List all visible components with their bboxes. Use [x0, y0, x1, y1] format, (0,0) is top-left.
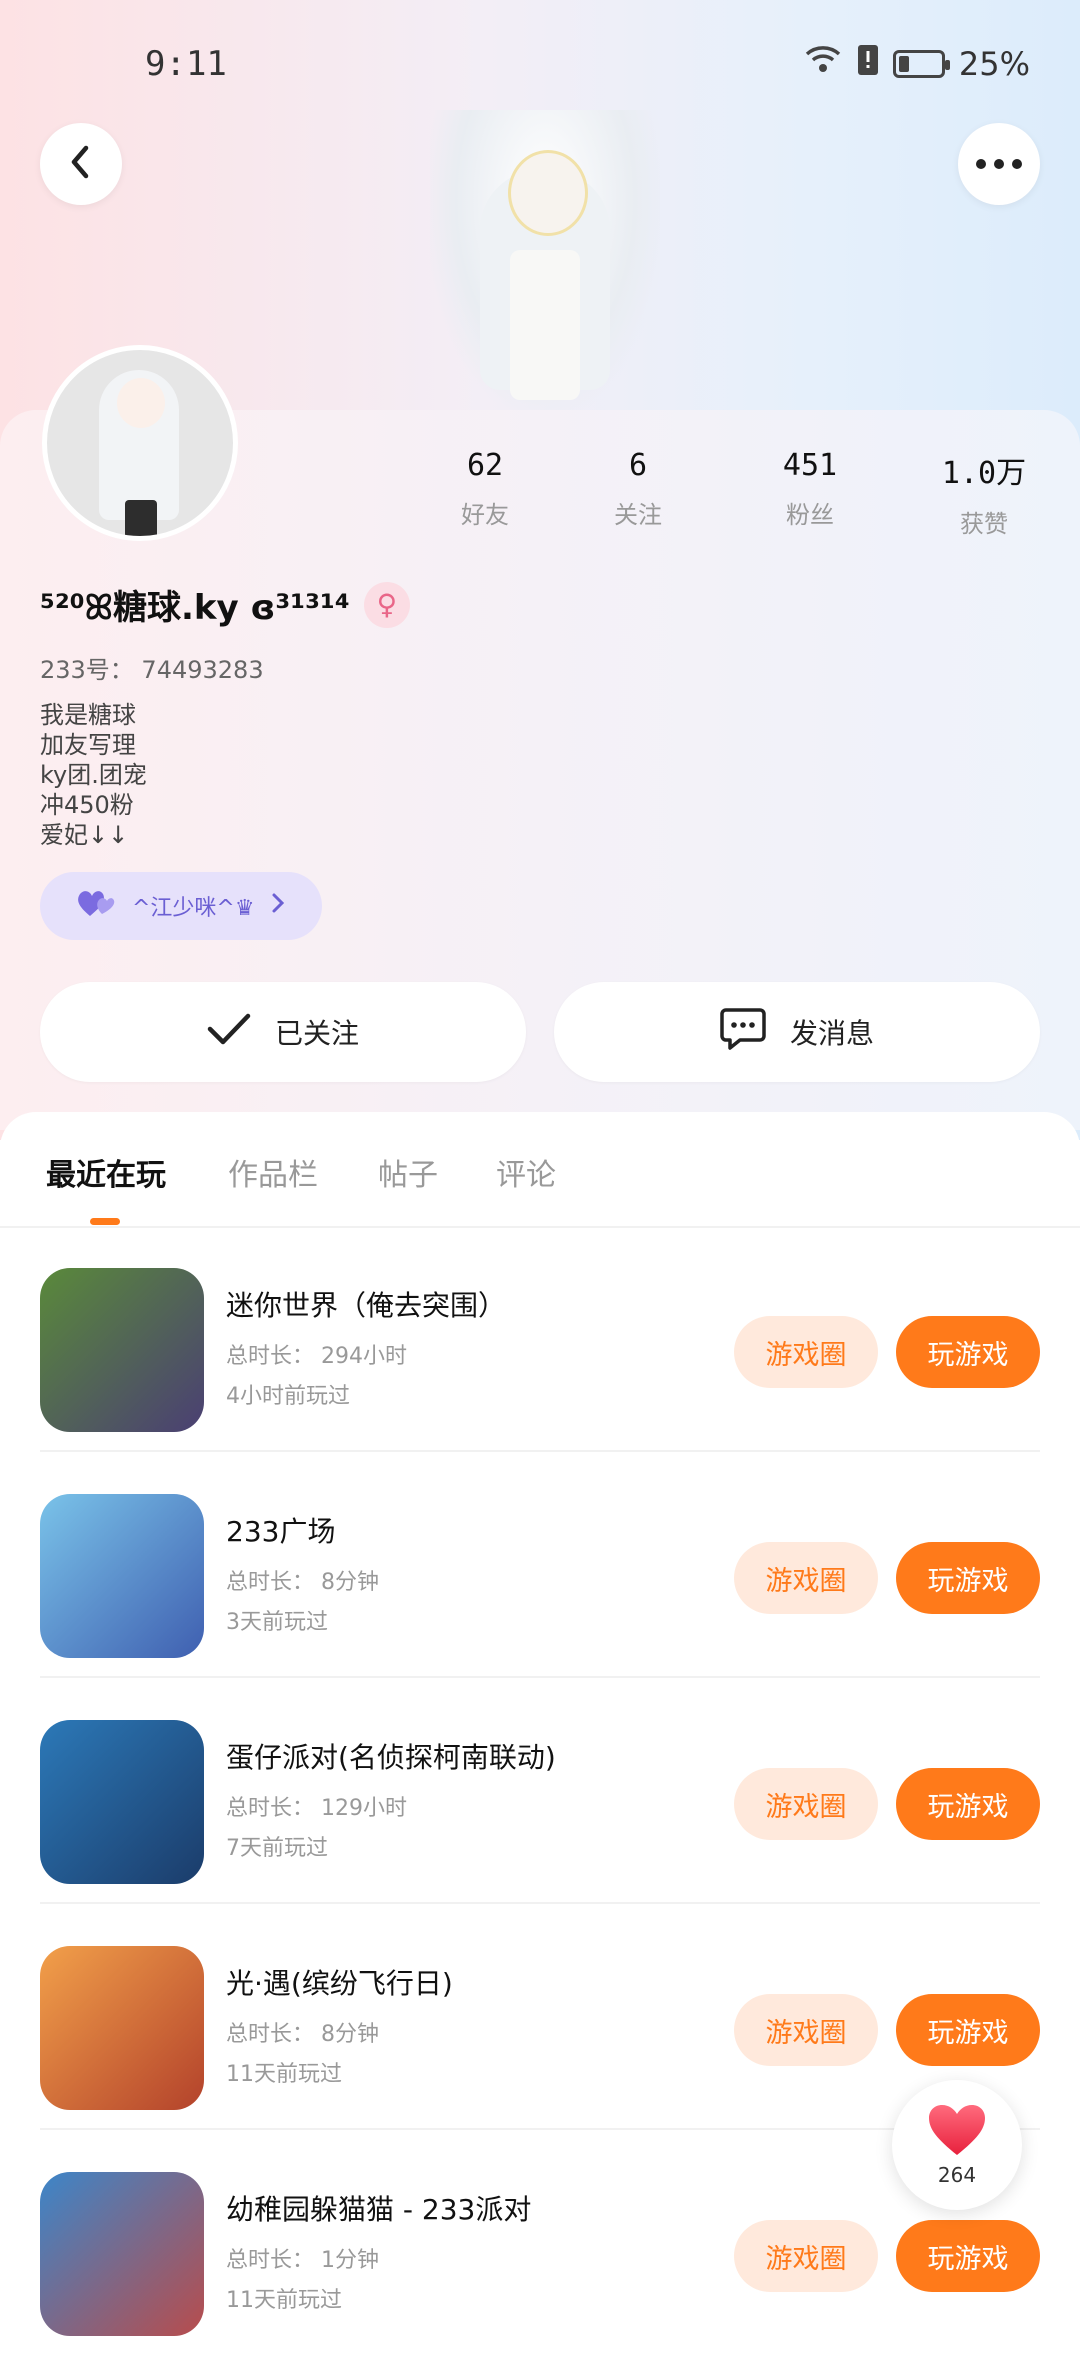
user-id: 233号： 74493283 — [40, 656, 264, 684]
character-avatar-figure — [430, 110, 660, 410]
followed-button[interactable]: 已关注 — [40, 982, 526, 1082]
active-tab-indicator — [90, 1218, 120, 1225]
wifi-icon — [803, 44, 843, 84]
stat-friends[interactable]: 62 好友 — [425, 448, 545, 530]
stat-value: 451 — [782, 448, 838, 483]
game-item[interactable]: 迷你世界（俺去突围） 总时长： 294小时 4小时前玩过 游戏圈 玩游戏 — [0, 1226, 1080, 1452]
game-last-played: 11天前玩过 — [226, 2062, 342, 2087]
game-title: 蛋仔派对(名侦探柯南联动) — [226, 1741, 556, 1774]
play-game-button[interactable]: 玩游戏 — [896, 1542, 1040, 1614]
game-last-played: 7天前玩过 — [226, 1836, 328, 1861]
game-title: 迷你世界（俺去突围） — [226, 1289, 507, 1322]
tab-recently-played[interactable]: 最近在玩 — [46, 1150, 166, 1194]
bio-line: ky团.团宠 — [40, 761, 147, 789]
stat-value: 62 — [466, 448, 504, 483]
chat-bubble-icon — [720, 1007, 766, 1058]
tab-works[interactable]: 作品栏 — [228, 1150, 318, 1194]
game-duration: 总时长： 294小时 — [226, 1344, 407, 1369]
game-icon — [40, 1946, 204, 2110]
notification-alert-icon — [857, 44, 879, 84]
club-badge[interactable]: ^江少咪^♛ — [40, 872, 322, 940]
stat-following[interactable]: 6 关注 — [578, 448, 698, 530]
game-item[interactable]: 233广场 总时长： 8分钟 3天前玩过 游戏圈 玩游戏 — [0, 1452, 1080, 1678]
game-circle-button[interactable]: 游戏圈 — [734, 1542, 878, 1614]
game-title: 233广场 — [226, 1515, 336, 1548]
play-game-button[interactable]: 玩游戏 — [896, 1994, 1040, 2066]
profile-name: ⁵²⁰ꕤ糖球.ky ɞ³¹³¹⁴ — [40, 588, 350, 628]
heart-icon — [927, 2103, 987, 2161]
game-icon — [40, 1720, 204, 1884]
game-circle-button[interactable]: 游戏圈 — [734, 2220, 878, 2292]
female-gender-icon: ♀ — [363, 581, 410, 628]
profile-name-row: ⁵²⁰ꕤ糖球.ky ɞ³¹³¹⁴ ♀ — [40, 580, 410, 629]
play-game-button[interactable]: 玩游戏 — [896, 1316, 1040, 1388]
tab-comments[interactable]: 评论 — [496, 1150, 556, 1194]
tab-posts[interactable]: 帖子 — [378, 1150, 438, 1194]
profile-tabs: 最近在玩 作品栏 帖子 评论 — [0, 1140, 1080, 1225]
game-icon — [40, 2172, 204, 2336]
game-title: 幼稚园躲猫猫 - 233派对 — [226, 2193, 532, 2226]
game-duration: 总时长： 8分钟 — [226, 1570, 379, 1595]
game-item[interactable]: 蛋仔派对(名侦探柯南联动) 总时长： 129小时 7天前玩过 游戏圈 玩游戏 — [0, 1678, 1080, 1904]
send-message-button[interactable]: 发消息 — [554, 982, 1040, 1082]
bio-line: 冲450粉 — [40, 791, 134, 819]
chevron-right-icon — [271, 892, 285, 920]
game-duration: 总时长： 129小时 — [226, 1796, 407, 1821]
play-game-button[interactable]: 玩游戏 — [896, 1768, 1040, 1840]
game-last-played: 4小时前玩过 — [226, 1384, 350, 1409]
followed-label: 已关注 — [274, 1017, 359, 1050]
game-circle-button[interactable]: 游戏圈 — [734, 1316, 878, 1388]
more-options-button[interactable] — [958, 123, 1040, 205]
game-duration: 总时长： 1分钟 — [226, 2248, 379, 2273]
stat-value: 1.0万 — [941, 456, 1027, 491]
bio-line: 我是糖球 — [40, 701, 136, 729]
profile-bio: 我是糖球 加友写理 ky团.团宠 冲450粉 爱妃↓↓ — [40, 700, 147, 850]
avatar[interactable] — [42, 345, 238, 541]
game-last-played: 11天前玩过 — [226, 2288, 342, 2313]
status-time: 9:11 — [145, 44, 227, 84]
stat-label: 关注 — [614, 501, 662, 529]
stat-label: 粉丝 — [786, 501, 834, 529]
bio-line: 爱妃↓↓ — [40, 821, 129, 849]
back-button[interactable] — [40, 123, 122, 205]
status-bar: 9:11 25% — [0, 44, 1080, 94]
game-duration: 总时长： 8分钟 — [226, 2022, 379, 2047]
chevron-left-icon — [66, 144, 96, 184]
like-count: 264 — [937, 2163, 977, 2187]
stat-likes[interactable]: 1.0万 获赞 — [924, 448, 1044, 539]
stat-fans[interactable]: 451 粉丝 — [750, 448, 870, 530]
game-circle-button[interactable]: 游戏圈 — [734, 1994, 878, 2066]
floating-like-button[interactable]: 264 — [892, 2080, 1022, 2210]
game-title: 光·遇(缤纷飞行日) — [226, 1967, 453, 2000]
bio-line: 加友写理 — [40, 731, 136, 759]
play-game-button[interactable]: 玩游戏 — [896, 2220, 1040, 2292]
club-name: ^江少咪^♛ — [132, 896, 255, 921]
battery-icon — [892, 50, 950, 78]
stat-label: 获赞 — [960, 510, 1008, 538]
stat-value: 6 — [628, 448, 648, 483]
game-circle-button[interactable]: 游戏圈 — [734, 1768, 878, 1840]
game-icon — [40, 1268, 204, 1432]
double-heart-icon — [76, 888, 116, 924]
send-message-label: 发消息 — [789, 1017, 874, 1050]
more-dots-icon — [975, 155, 1023, 174]
game-icon — [40, 1494, 204, 1658]
battery-percent: 25% — [958, 45, 1030, 83]
checkmark-icon — [207, 1012, 251, 1053]
game-last-played: 3天前玩过 — [226, 1610, 328, 1635]
stat-label: 好友 — [461, 501, 509, 529]
